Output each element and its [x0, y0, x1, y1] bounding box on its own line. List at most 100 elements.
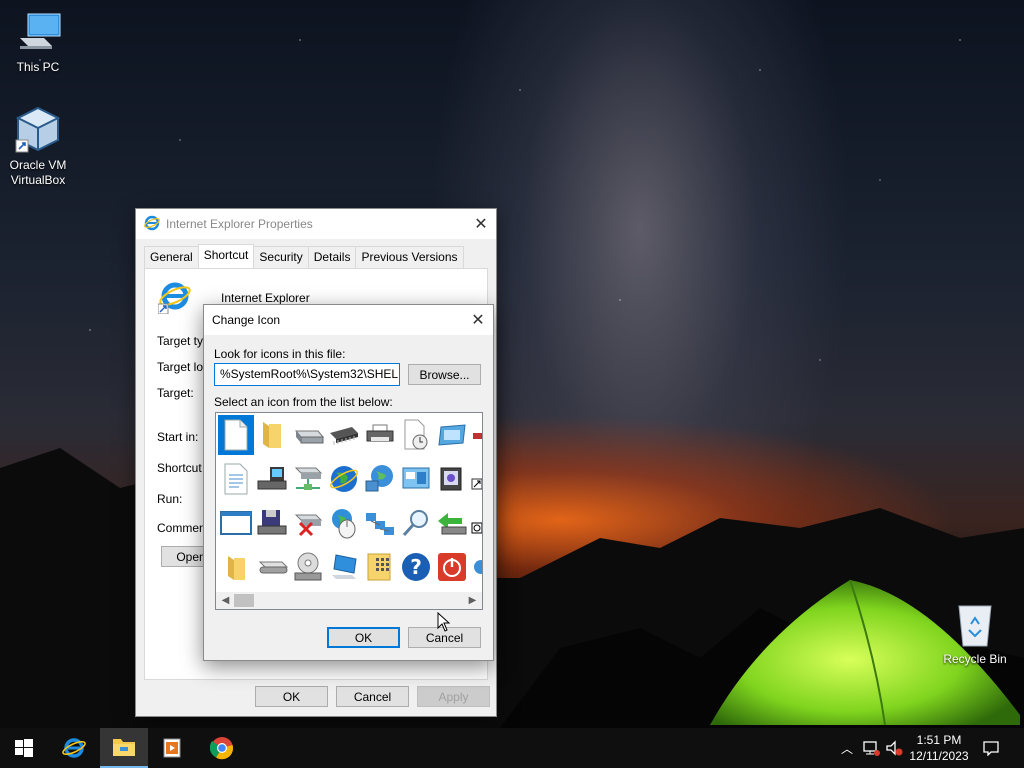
target-type-label: Target typ: [157, 334, 210, 348]
mouse-cursor-icon: [437, 612, 451, 632]
desktop-icon-label-line: Oracle VM: [9, 158, 67, 172]
icon-option[interactable]: [326, 547, 362, 587]
icon-option[interactable]: [434, 415, 470, 455]
icon-file-input[interactable]: %SystemRoot%\System32\SHELL32.dll: [214, 363, 400, 386]
folder-icon: [263, 422, 281, 448]
icon-option[interactable]: [398, 459, 434, 499]
icon-option[interactable]: [326, 503, 362, 543]
scroll-left-icon[interactable]: ◀: [217, 593, 234, 608]
icon-option[interactable]: [362, 547, 398, 587]
cancel-button[interactable]: Cancel: [336, 686, 409, 707]
monitor-icon: [332, 554, 357, 579]
blank-document-icon: [224, 419, 248, 451]
icon-option[interactable]: [326, 459, 362, 499]
virtualbox-icon: [14, 106, 62, 154]
computer-icon: [14, 8, 62, 56]
icon-option[interactable]: [470, 547, 482, 587]
icon-option[interactable]: [470, 459, 482, 499]
tab-general[interactable]: General: [144, 246, 199, 268]
icon-option[interactable]: [398, 503, 434, 543]
action-center-button[interactable]: [980, 728, 1002, 768]
icon-option[interactable]: [254, 415, 290, 455]
drive-icon: [294, 430, 324, 444]
control-panel-icon: [402, 467, 430, 489]
icon-list[interactable]: ? ◀ ▶: [215, 412, 483, 610]
desktop-icon-this-pc[interactable]: This PC: [0, 8, 76, 75]
icon-option[interactable]: [434, 547, 470, 587]
network-icon: [366, 513, 394, 535]
floppy-icon: [257, 510, 287, 535]
memory-chip-icon: [330, 427, 358, 445]
select-icon-label: Select an icon from the list below:: [214, 395, 393, 409]
icon-option[interactable]: [434, 503, 470, 543]
scroll-thumb[interactable]: [234, 594, 254, 607]
icon-option[interactable]: [470, 415, 482, 455]
printer-icon: [366, 424, 394, 442]
taskbar-chrome[interactable]: [198, 728, 246, 768]
icon-option[interactable]: [254, 503, 290, 543]
partial-icon: [474, 560, 482, 574]
internet-explorer-icon: [62, 738, 86, 758]
run-label: Run:: [157, 492, 183, 506]
taskbar-file-explorer[interactable]: [100, 728, 148, 768]
tab-details[interactable]: Details: [307, 246, 357, 268]
scroll-right-icon[interactable]: ▶: [464, 593, 481, 608]
icon-option[interactable]: [218, 415, 254, 455]
start-in-label: Start in:: [157, 430, 199, 444]
taskbar-clock[interactable]: 1:51 PM 12/11/2023: [903, 732, 975, 764]
icon-option[interactable]: [326, 415, 362, 455]
icon-option[interactable]: [398, 415, 434, 455]
browse-button[interactable]: Browse...: [408, 364, 481, 385]
icon-option[interactable]: [470, 503, 482, 543]
network-status-icon: [863, 741, 880, 756]
start-button[interactable]: [0, 728, 48, 768]
icon-option[interactable]: [434, 459, 470, 499]
icon-option[interactable]: [362, 503, 398, 543]
desktop-icon-label: This PC: [16, 60, 60, 74]
icon-option[interactable]: ?: [398, 547, 434, 587]
taskbar-media-player[interactable]: [148, 728, 196, 768]
close-button[interactable]: ✕: [463, 305, 493, 335]
properties-titlebar[interactable]: Internet Explorer Properties ✕: [136, 209, 496, 239]
horizontal-scrollbar[interactable]: ◀ ▶: [216, 592, 482, 609]
text-document-icon: [224, 463, 248, 495]
show-hidden-icons-button[interactable]: ︿: [838, 728, 856, 768]
icon-option[interactable]: [362, 415, 398, 455]
clock-date: 12/11/2023: [909, 749, 969, 763]
volume-tray[interactable]: [884, 728, 904, 768]
network-drive-icon: [294, 467, 323, 490]
taskbar-internet-explorer[interactable]: [50, 728, 98, 768]
taskbar: ︿ 1:51 PM 12/11/2023: [0, 728, 1024, 768]
desktop-icon-recycle-bin[interactable]: Recycle Bin: [936, 600, 1014, 667]
tab-shortcut[interactable]: Shortcut: [197, 244, 255, 268]
tab-security[interactable]: Security: [253, 246, 309, 268]
desktop-icon-virtualbox[interactable]: Oracle VM VirtualBox: [0, 106, 76, 188]
target-location-label: Target loc: [157, 360, 210, 374]
icon-option[interactable]: [362, 459, 398, 499]
icon-option[interactable]: [254, 547, 290, 587]
ok-button[interactable]: OK: [255, 686, 328, 707]
close-button[interactable]: ✕: [466, 209, 496, 239]
icon-option[interactable]: [218, 547, 254, 587]
network-tray[interactable]: [860, 728, 882, 768]
notification-icon: [983, 741, 999, 756]
svg-text:?: ?: [410, 555, 422, 579]
icon-option[interactable]: [290, 503, 326, 543]
icon-option[interactable]: [254, 459, 290, 499]
change-icon-titlebar[interactable]: Change Icon ✕: [204, 305, 493, 335]
partial-icon: [471, 522, 482, 534]
icon-option[interactable]: [290, 415, 326, 455]
ok-button[interactable]: OK: [327, 627, 400, 648]
icon-option[interactable]: [290, 547, 326, 587]
icon-option[interactable]: [290, 459, 326, 499]
icon-option[interactable]: [218, 459, 254, 499]
icon-option[interactable]: [218, 503, 254, 543]
tab-previous-versions[interactable]: Previous Versions: [355, 246, 464, 268]
change-icon-dialog: Change Icon ✕ Look for icons in this fil…: [203, 304, 494, 661]
window-title: Internet Explorer Properties: [166, 217, 313, 231]
look-for-label: Look for icons in this file:: [214, 347, 346, 361]
clock-time: 1:51 PM: [916, 733, 962, 747]
network-globe-icon: [365, 465, 393, 492]
apply-button[interactable]: Apply: [417, 686, 490, 707]
window-frame-icon: [220, 511, 252, 535]
